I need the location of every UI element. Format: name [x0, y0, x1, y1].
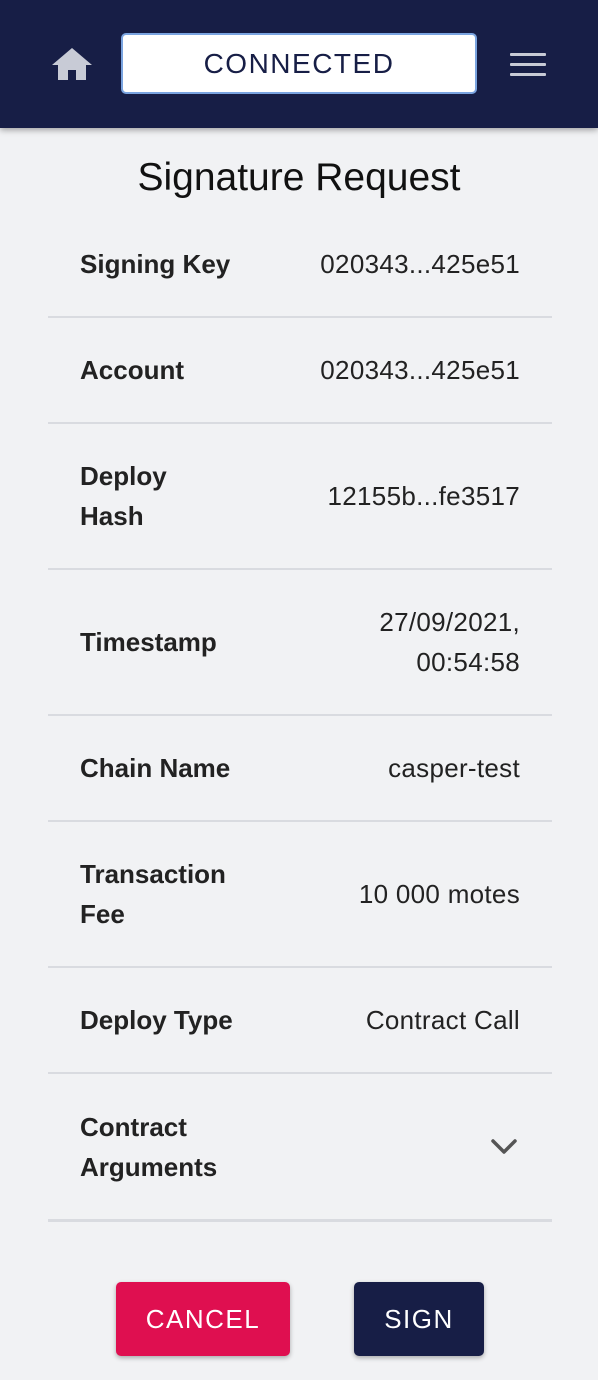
detail-label: Account [80, 355, 184, 385]
detail-value: 10 000 motes [358, 879, 520, 909]
detail-row-deploy-hash: Deploy Hash 12155b...fe3517 [48, 424, 552, 570]
detail-row-account: Account 020343...425e51 [48, 318, 552, 424]
chevron-down-icon[interactable] [484, 1127, 524, 1167]
detail-label: Signing Key [80, 249, 231, 279]
hamburger-icon-bar [510, 53, 546, 56]
menu-button[interactable] [508, 50, 548, 80]
detail-row-timestamp: Timestamp 27/09/2021, 00:54:58 [48, 570, 552, 716]
detail-value: 020343...425e51 [320, 249, 520, 279]
page-title: Signature Request [137, 156, 461, 199]
detail-row-chain-name: Chain Name casper-test [48, 716, 552, 822]
detail-value: 12155b...fe3517 [327, 481, 520, 511]
detail-row-transaction-fee: Transaction Fee 10 000 motes [48, 822, 552, 968]
contract-arguments-expander[interactable]: Contract Arguments [48, 1074, 552, 1222]
details-list: Signing Key 020343...425e51 Account 0203… [48, 212, 552, 1222]
hamburger-icon-bar [510, 63, 546, 66]
detail-label: Contract Arguments [80, 1111, 218, 1182]
detail-value: casper-test [388, 753, 520, 783]
detail-row-deploy-type: Deploy Type Contract Call [48, 968, 552, 1074]
detail-value: 27/09/2021, 00:54:58 [379, 607, 520, 677]
detail-label: Transaction Fee [80, 859, 226, 929]
cancel-button[interactable]: CANCEL [116, 1282, 290, 1356]
detail-value: 020343...425e51 [320, 355, 520, 385]
connection-status-badge: CONNECTED [121, 33, 477, 94]
top-app-bar: CONNECTED [0, 0, 598, 128]
sign-button[interactable]: SIGN [354, 1282, 484, 1356]
detail-label: Deploy Hash [80, 461, 167, 531]
detail-label: Timestamp [80, 627, 217, 657]
detail-label: Chain Name [80, 753, 231, 783]
home-button[interactable] [50, 44, 94, 84]
detail-value: Contract Call [365, 1005, 520, 1035]
detail-row-signing-key: Signing Key 020343...425e51 [48, 212, 552, 318]
home-icon [52, 48, 92, 80]
detail-label: Deploy Type [80, 1005, 233, 1035]
hamburger-icon-bar [510, 73, 546, 76]
connection-status-text: CONNECTED [203, 47, 395, 79]
